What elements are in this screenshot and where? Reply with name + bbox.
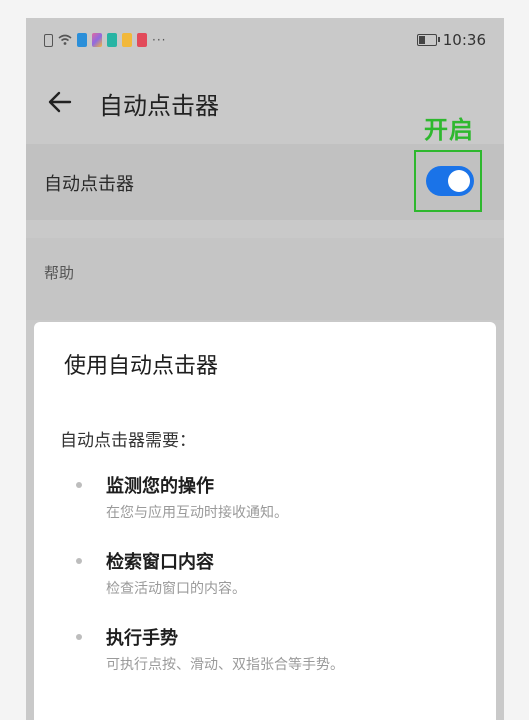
permission-list: 监测您的操作 在您与应用互动时接收通知。 检索窗口内容 检查活动窗口的内容。 执… bbox=[60, 472, 480, 700]
sim-icon bbox=[44, 33, 53, 47]
status-time: 10:36 bbox=[442, 31, 486, 49]
section-divider bbox=[26, 220, 504, 238]
dialog-intro: 自动点击器需要： bbox=[60, 431, 196, 451]
list-item: 监测您的操作 在您与应用互动时接收通知。 bbox=[60, 472, 480, 548]
battery-icon bbox=[416, 34, 440, 46]
status-bar: ··· 10:36 bbox=[26, 18, 504, 62]
list-item: 检索窗口内容 检查活动窗口的内容。 bbox=[60, 548, 480, 624]
permission-description: 在您与应用互动时接收通知。 bbox=[106, 505, 288, 521]
dialog-title: 使用自动点击器 bbox=[64, 354, 219, 379]
list-item: 执行手势 可执行点按、滑动、双指张合等手势。 bbox=[60, 624, 480, 700]
app-icon-yellow bbox=[122, 33, 132, 47]
wifi-icon bbox=[58, 34, 72, 45]
help-section[interactable]: 帮助 bbox=[26, 238, 504, 320]
more-notifications-icon: ··· bbox=[152, 33, 167, 47]
setting-label: 自动点击器 bbox=[44, 174, 134, 195]
status-icons: ··· bbox=[44, 30, 166, 50]
bullet-icon bbox=[76, 634, 82, 640]
permission-dialog: 使用自动点击器 自动点击器需要： 监测您的操作 在您与应用互动时接收通知。 检索… bbox=[34, 322, 496, 720]
status-right: 10:36 bbox=[416, 30, 486, 50]
app-icon-blue bbox=[77, 33, 87, 47]
app-icon-multicolor bbox=[92, 33, 102, 47]
permission-title: 检索窗口内容 bbox=[106, 552, 214, 573]
device-frame: ··· 10:36 自动点击器 开启 自动点击器 帮助 使用自动点击器 自动点击… bbox=[0, 0, 529, 720]
permission-description: 可执行点按、滑动、双指张合等手势。 bbox=[106, 657, 344, 673]
bullet-icon bbox=[76, 482, 82, 488]
permission-title: 监测您的操作 bbox=[106, 476, 214, 497]
permission-title: 执行手势 bbox=[106, 628, 178, 649]
bullet-icon bbox=[76, 558, 82, 564]
annotation-highlight-box bbox=[414, 150, 482, 212]
page-title: 自动点击器 bbox=[99, 92, 219, 120]
app-icon-teal bbox=[107, 33, 117, 47]
help-label: 帮助 bbox=[44, 264, 75, 282]
annotation-label: 开启 bbox=[424, 116, 474, 144]
phone-screen: ··· 10:36 自动点击器 开启 自动点击器 帮助 使用自动点击器 自动点击… bbox=[26, 18, 504, 720]
arrow-left-icon[interactable] bbox=[44, 86, 76, 118]
permission-description: 检查活动窗口的内容。 bbox=[106, 581, 246, 597]
app-icon-red bbox=[137, 33, 147, 47]
